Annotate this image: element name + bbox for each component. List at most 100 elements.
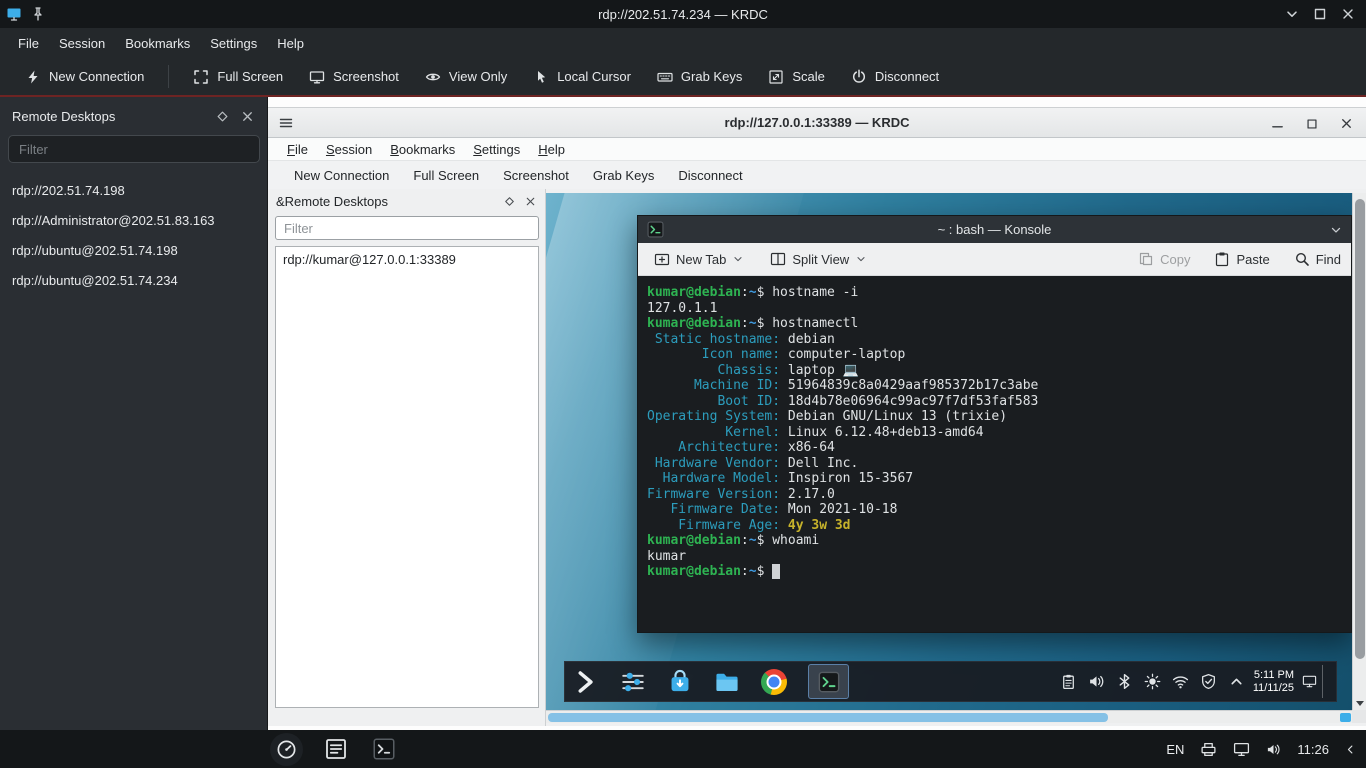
inner-close-button[interactable]	[1339, 116, 1354, 131]
host-menu-session[interactable]: Session	[49, 32, 115, 55]
panel-display-icon[interactable]	[1302, 674, 1317, 689]
inner-titlebar: rdp://127.0.0.1:33389 — KRDC	[268, 107, 1366, 138]
inner-menu-session[interactable]: Session	[317, 140, 381, 159]
inner-toolbar-grab-keys-button[interactable]: Grab Keys	[581, 164, 666, 187]
inner-maximize-button[interactable]	[1305, 117, 1319, 131]
host-toolbar-local-cursor-button[interactable]: Local Cursor	[524, 64, 640, 90]
remote-desktop-item[interactable]: rdp://ubuntu@202.51.74.234	[0, 265, 267, 295]
pin-icon[interactable]	[30, 6, 46, 22]
inner-menu-file[interactable]: File	[278, 140, 317, 159]
host-clock[interactable]: 11:26	[1297, 742, 1329, 757]
folder-icon[interactable]	[714, 669, 740, 695]
printer-icon[interactable]	[1200, 741, 1217, 758]
vertical-scrollbar[interactable]	[1352, 193, 1366, 710]
hamburger-menu-icon[interactable]	[278, 115, 294, 131]
display-icon[interactable]	[1233, 741, 1250, 758]
host-window-title: rdp://202.51.74.234 — KRDC	[0, 7, 1366, 22]
host-toolbar-full-screen-button[interactable]: Full Screen	[184, 64, 292, 90]
show-desktop-strip[interactable]	[1322, 665, 1328, 698]
chrome-icon[interactable]	[761, 669, 787, 695]
terminal-window-icon	[372, 737, 396, 761]
host-taskbar: EN 11:26	[0, 730, 1366, 768]
inner-dock-list: rdp://kumar@127.0.0.1:33389	[275, 246, 539, 708]
inner-minimize-button[interactable]	[1270, 116, 1285, 131]
vertical-scrollbar-thumb[interactable]	[1355, 199, 1365, 659]
host-toolbar-view-only-button[interactable]: View Only	[416, 64, 516, 90]
scroll-down-icon[interactable]	[1356, 701, 1364, 706]
remote-desktop-item[interactable]: rdp://202.51.74.198	[0, 175, 267, 205]
keyboard-layout-indicator[interactable]: EN	[1166, 742, 1184, 757]
wifi-icon[interactable]	[1172, 673, 1189, 690]
dock-filter-input[interactable]	[8, 135, 260, 163]
new-tab-dropdown-icon[interactable]	[732, 253, 744, 265]
inner-remote-desktops-dock: &Remote Desktops rdp://kumar@127.0.0.1:3…	[268, 189, 546, 726]
taskbar-window-terminal[interactable]	[369, 734, 399, 764]
plasma-clock-time: 5:11 PM	[1253, 669, 1294, 682]
bluetooth-icon[interactable]	[1116, 673, 1133, 690]
disconnect-icon	[851, 69, 867, 85]
horizontal-scrollbar[interactable]	[546, 710, 1352, 723]
inner-dock-close-icon[interactable]	[524, 195, 537, 208]
launcher-icon[interactable]	[573, 669, 599, 695]
host-menu-settings[interactable]: Settings	[200, 32, 267, 55]
host-toolbar-scale-button[interactable]: Scale	[759, 64, 834, 90]
inner-dock-float-icon[interactable]	[503, 195, 516, 208]
new-tab-button[interactable]: New Tab	[648, 247, 750, 271]
brightness-icon[interactable]	[1144, 673, 1161, 690]
inner-menu-help[interactable]: Help	[529, 140, 574, 159]
host-shade-button[interactable]	[1280, 2, 1304, 26]
inner-toolbar-disconnect-button[interactable]: Disconnect	[666, 164, 754, 187]
host-toolbar-grab-keys-button[interactable]: Grab Keys	[648, 64, 751, 90]
split-view-button[interactable]: Split View	[764, 247, 873, 271]
remote-desktop-item[interactable]: rdp://ubuntu@202.51.74.198	[0, 235, 267, 265]
host-menu-bookmarks[interactable]: Bookmarks	[115, 32, 200, 55]
plasma-clock[interactable]: 5:11 PM 11/11/25	[1253, 669, 1294, 695]
host-close-button[interactable]	[1336, 2, 1360, 26]
copy-button[interactable]: Copy	[1132, 247, 1196, 271]
inner-menu-bookmarks[interactable]: Bookmarks	[381, 140, 464, 159]
split-view-dropdown-icon[interactable]	[855, 253, 867, 265]
host-toolbar-disconnect-button[interactable]: Disconnect	[842, 64, 948, 90]
host-maximize-button[interactable]	[1308, 2, 1332, 26]
terminal-line: kumar@debian:~$	[647, 564, 1342, 580]
inner-toolbar-screenshot-button[interactable]: Screenshot	[491, 164, 581, 187]
paste-button[interactable]: Paste	[1208, 247, 1275, 271]
taskbar-window-list[interactable]	[321, 734, 351, 764]
toolbar-label: Full Screen	[217, 69, 283, 84]
sliders-icon[interactable]	[620, 669, 646, 695]
inner-remote-desktop-item[interactable]: rdp://kumar@127.0.0.1:33389	[276, 247, 538, 272]
konsole-title: ~ : bash — Konsole	[638, 222, 1351, 237]
horizontal-scrollbar-thumb[interactable]	[548, 713, 1108, 722]
scroll-right-button[interactable]	[1340, 713, 1351, 722]
terminal-output[interactable]: kumar@debian:~$ hostname -i127.0.1.1kuma…	[638, 276, 1351, 632]
host-menu-help[interactable]: Help	[267, 32, 314, 55]
find-button[interactable]: Find	[1288, 247, 1347, 271]
dock-float-icon[interactable]	[215, 109, 230, 124]
inner-toolbar-full-screen-button[interactable]: Full Screen	[401, 164, 491, 187]
host-toolbar-screenshot-button[interactable]: Screenshot	[300, 64, 408, 90]
shield-icon[interactable]	[1200, 673, 1217, 690]
inner-dock-filter-input[interactable]	[275, 216, 539, 240]
konsole-titlebar[interactable]: ~ : bash — Konsole	[638, 216, 1351, 243]
konsole-icon	[818, 671, 840, 693]
remote-desktop-item[interactable]: rdp://Administrator@202.51.83.163	[0, 205, 267, 235]
volume-icon[interactable]	[1088, 673, 1105, 690]
terminal-line: Static hostname: debian	[647, 332, 1342, 348]
dock-close-icon[interactable]	[240, 109, 255, 124]
volume-icon[interactable]	[1266, 742, 1281, 757]
find-label: Find	[1316, 252, 1341, 267]
clipboard-icon[interactable]	[1060, 673, 1077, 690]
konsole-titlebar-caret-icon[interactable]	[1329, 223, 1343, 237]
terminal-line: Chassis: laptop 💻	[647, 363, 1342, 379]
host-menu-file[interactable]: File	[8, 32, 49, 55]
host-toolbar-new-connection-button[interactable]: New Connection	[16, 64, 153, 90]
taskbar-konsole-active-button[interactable]	[808, 664, 849, 699]
plasma-taskbar: 5:11 PM 11/11/25	[564, 661, 1337, 702]
activity-gauge-icon[interactable]	[270, 733, 303, 766]
nested-remote-desktop[interactable]: ~ : bash — Konsole New Tab Split View	[546, 193, 1352, 710]
discover-icon[interactable]	[667, 669, 693, 695]
inner-toolbar-new-connection-button[interactable]: New Connection	[282, 164, 401, 187]
tray-collapse-icon[interactable]	[1345, 744, 1356, 755]
chevron-up-icon[interactable]	[1228, 673, 1245, 690]
inner-menu-settings[interactable]: Settings	[464, 140, 529, 159]
